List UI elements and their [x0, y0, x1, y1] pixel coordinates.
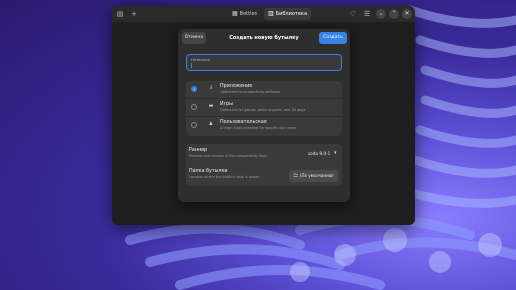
- settings-list: Раннер Provider and version of the compa…: [186, 144, 342, 186]
- application-icon: ⅄: [209, 85, 213, 91]
- create-button[interactable]: Создать: [319, 32, 347, 44]
- radio-button[interactable]: [191, 122, 197, 128]
- add-icon[interactable]: +: [129, 9, 139, 19]
- environment-option-games[interactable]: ▬ Игры Optimized for games, game engines…: [186, 99, 342, 117]
- option-subtitle: A clean state intended for specific use …: [220, 126, 296, 130]
- menu-icon[interactable]: ☰: [362, 9, 372, 19]
- runner-row[interactable]: Раннер Provider and version of the compa…: [186, 144, 342, 165]
- tab-bottles[interactable]: ▦ Bottles: [228, 8, 261, 20]
- chevron-down-icon[interactable]: ▾: [334, 150, 337, 156]
- folder-subtitle: Location where the bottle's data is stor…: [189, 175, 260, 179]
- folder-title: Папка бутылки: [189, 169, 228, 174]
- maximize-icon[interactable]: ⌃: [389, 9, 399, 19]
- gamepad-icon: ▬: [208, 103, 214, 109]
- radio-button[interactable]: [191, 86, 197, 92]
- radio-button[interactable]: [191, 104, 197, 110]
- heart-icon[interactable]: ♡: [348, 9, 358, 19]
- bottle-icon: ▦: [232, 10, 238, 17]
- name-label: Название: [191, 57, 211, 62]
- library-icon: ▥: [268, 10, 274, 17]
- text-caret: [191, 63, 192, 68]
- name-input[interactable]: Название: [186, 54, 342, 71]
- runner-dropdown-value[interactable]: soda-9.0-1: [308, 151, 330, 156]
- environment-option-application[interactable]: ⅄ Приложение Optimized for productivity …: [186, 81, 342, 99]
- folder-button-label: (По умолчанию): [299, 173, 334, 178]
- close-icon[interactable]: ✕: [402, 9, 412, 19]
- option-title: Игры: [220, 102, 233, 107]
- create-bottle-dialog: Отмена Создать новую бутылку Создать Наз…: [178, 29, 350, 202]
- sidebar-toggle-icon[interactable]: ▤: [115, 9, 125, 19]
- tab-library[interactable]: ▥ Библиотека: [264, 8, 312, 20]
- option-title: Приложение: [220, 84, 253, 89]
- minimize-icon[interactable]: ⌄: [376, 9, 386, 19]
- option-subtitle: Optimized for games, game engines, and 3…: [220, 108, 306, 112]
- runner-title: Раннер: [189, 148, 208, 153]
- dialog-title: Создать новую бутылку: [229, 35, 299, 41]
- bottle-folder-row: Папка бутылки Location where the bottle'…: [186, 165, 342, 186]
- environment-list: ⅄ Приложение Optimized for productivity …: [186, 81, 342, 136]
- option-title: Пользовательская: [220, 120, 267, 125]
- option-subtitle: Optimized for productivity software: [220, 90, 281, 94]
- runner-subtitle: Provider and version of the compatibilit…: [189, 154, 268, 158]
- environment-option-custom[interactable]: ♟ Пользовательская A clean state intende…: [186, 117, 342, 135]
- folder-picker-button[interactable]: 🗀 (По умолчанию): [289, 170, 338, 182]
- custom-icon: ♟: [208, 121, 214, 127]
- folder-icon: 🗀: [293, 174, 298, 179]
- cancel-button[interactable]: Отмена: [182, 32, 206, 44]
- titlebar: ▤ + ▦ Bottles ▥ Библиотека ♡ ☰ ⌄ ⌃ ✕: [112, 6, 415, 22]
